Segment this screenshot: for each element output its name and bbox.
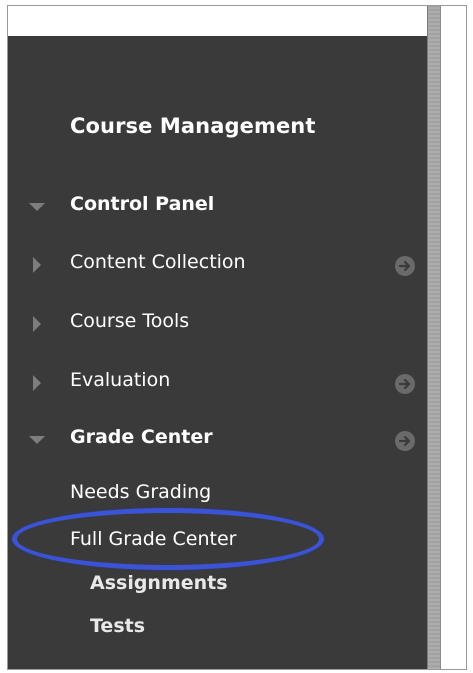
circle-arrow-right-icon[interactable] — [395, 374, 415, 394]
submenu-link-full-grade-center[interactable]: Full Grade Center — [70, 528, 236, 550]
submenu-link-tests[interactable]: Tests — [90, 615, 145, 637]
menu-item-label: Content Collection — [70, 251, 246, 273]
circle-arrow-right-icon[interactable] — [395, 431, 415, 451]
content-area — [441, 6, 466, 669]
menu-item-evaluation[interactable]: Evaluation — [8, 363, 427, 403]
screenshot-frame: Course Management Control Panel Content … — [0, 0, 473, 673]
circle-arrow-right-icon[interactable] — [395, 256, 415, 276]
triangle-down-icon[interactable] — [29, 436, 45, 444]
submenu-link-needs-grading[interactable]: Needs Grading — [70, 481, 211, 503]
sidebar-resize-handle[interactable] — [427, 6, 441, 669]
menu-item-course-tools[interactable]: Course Tools — [8, 304, 427, 344]
triangle-right-icon[interactable] — [33, 257, 41, 273]
triangle-right-icon[interactable] — [33, 316, 41, 332]
menu-item-control-panel[interactable]: Control Panel — [8, 187, 427, 227]
menu-item-label: Evaluation — [70, 369, 171, 391]
top-strip — [8, 6, 427, 36]
triangle-right-icon[interactable] — [33, 375, 41, 391]
menu-item-grade-center[interactable]: Grade Center — [8, 420, 427, 460]
course-management-heading: Course Management — [70, 114, 316, 138]
triangle-down-icon[interactable] — [29, 203, 45, 211]
submenu-link-assignments[interactable]: Assignments — [90, 572, 228, 594]
menu-item-label: Grade Center — [70, 426, 213, 448]
menu-item-label: Course Tools — [70, 310, 190, 332]
menu-item-label: Control Panel — [70, 193, 215, 215]
menu-item-content-collection[interactable]: Content Collection — [8, 245, 427, 285]
